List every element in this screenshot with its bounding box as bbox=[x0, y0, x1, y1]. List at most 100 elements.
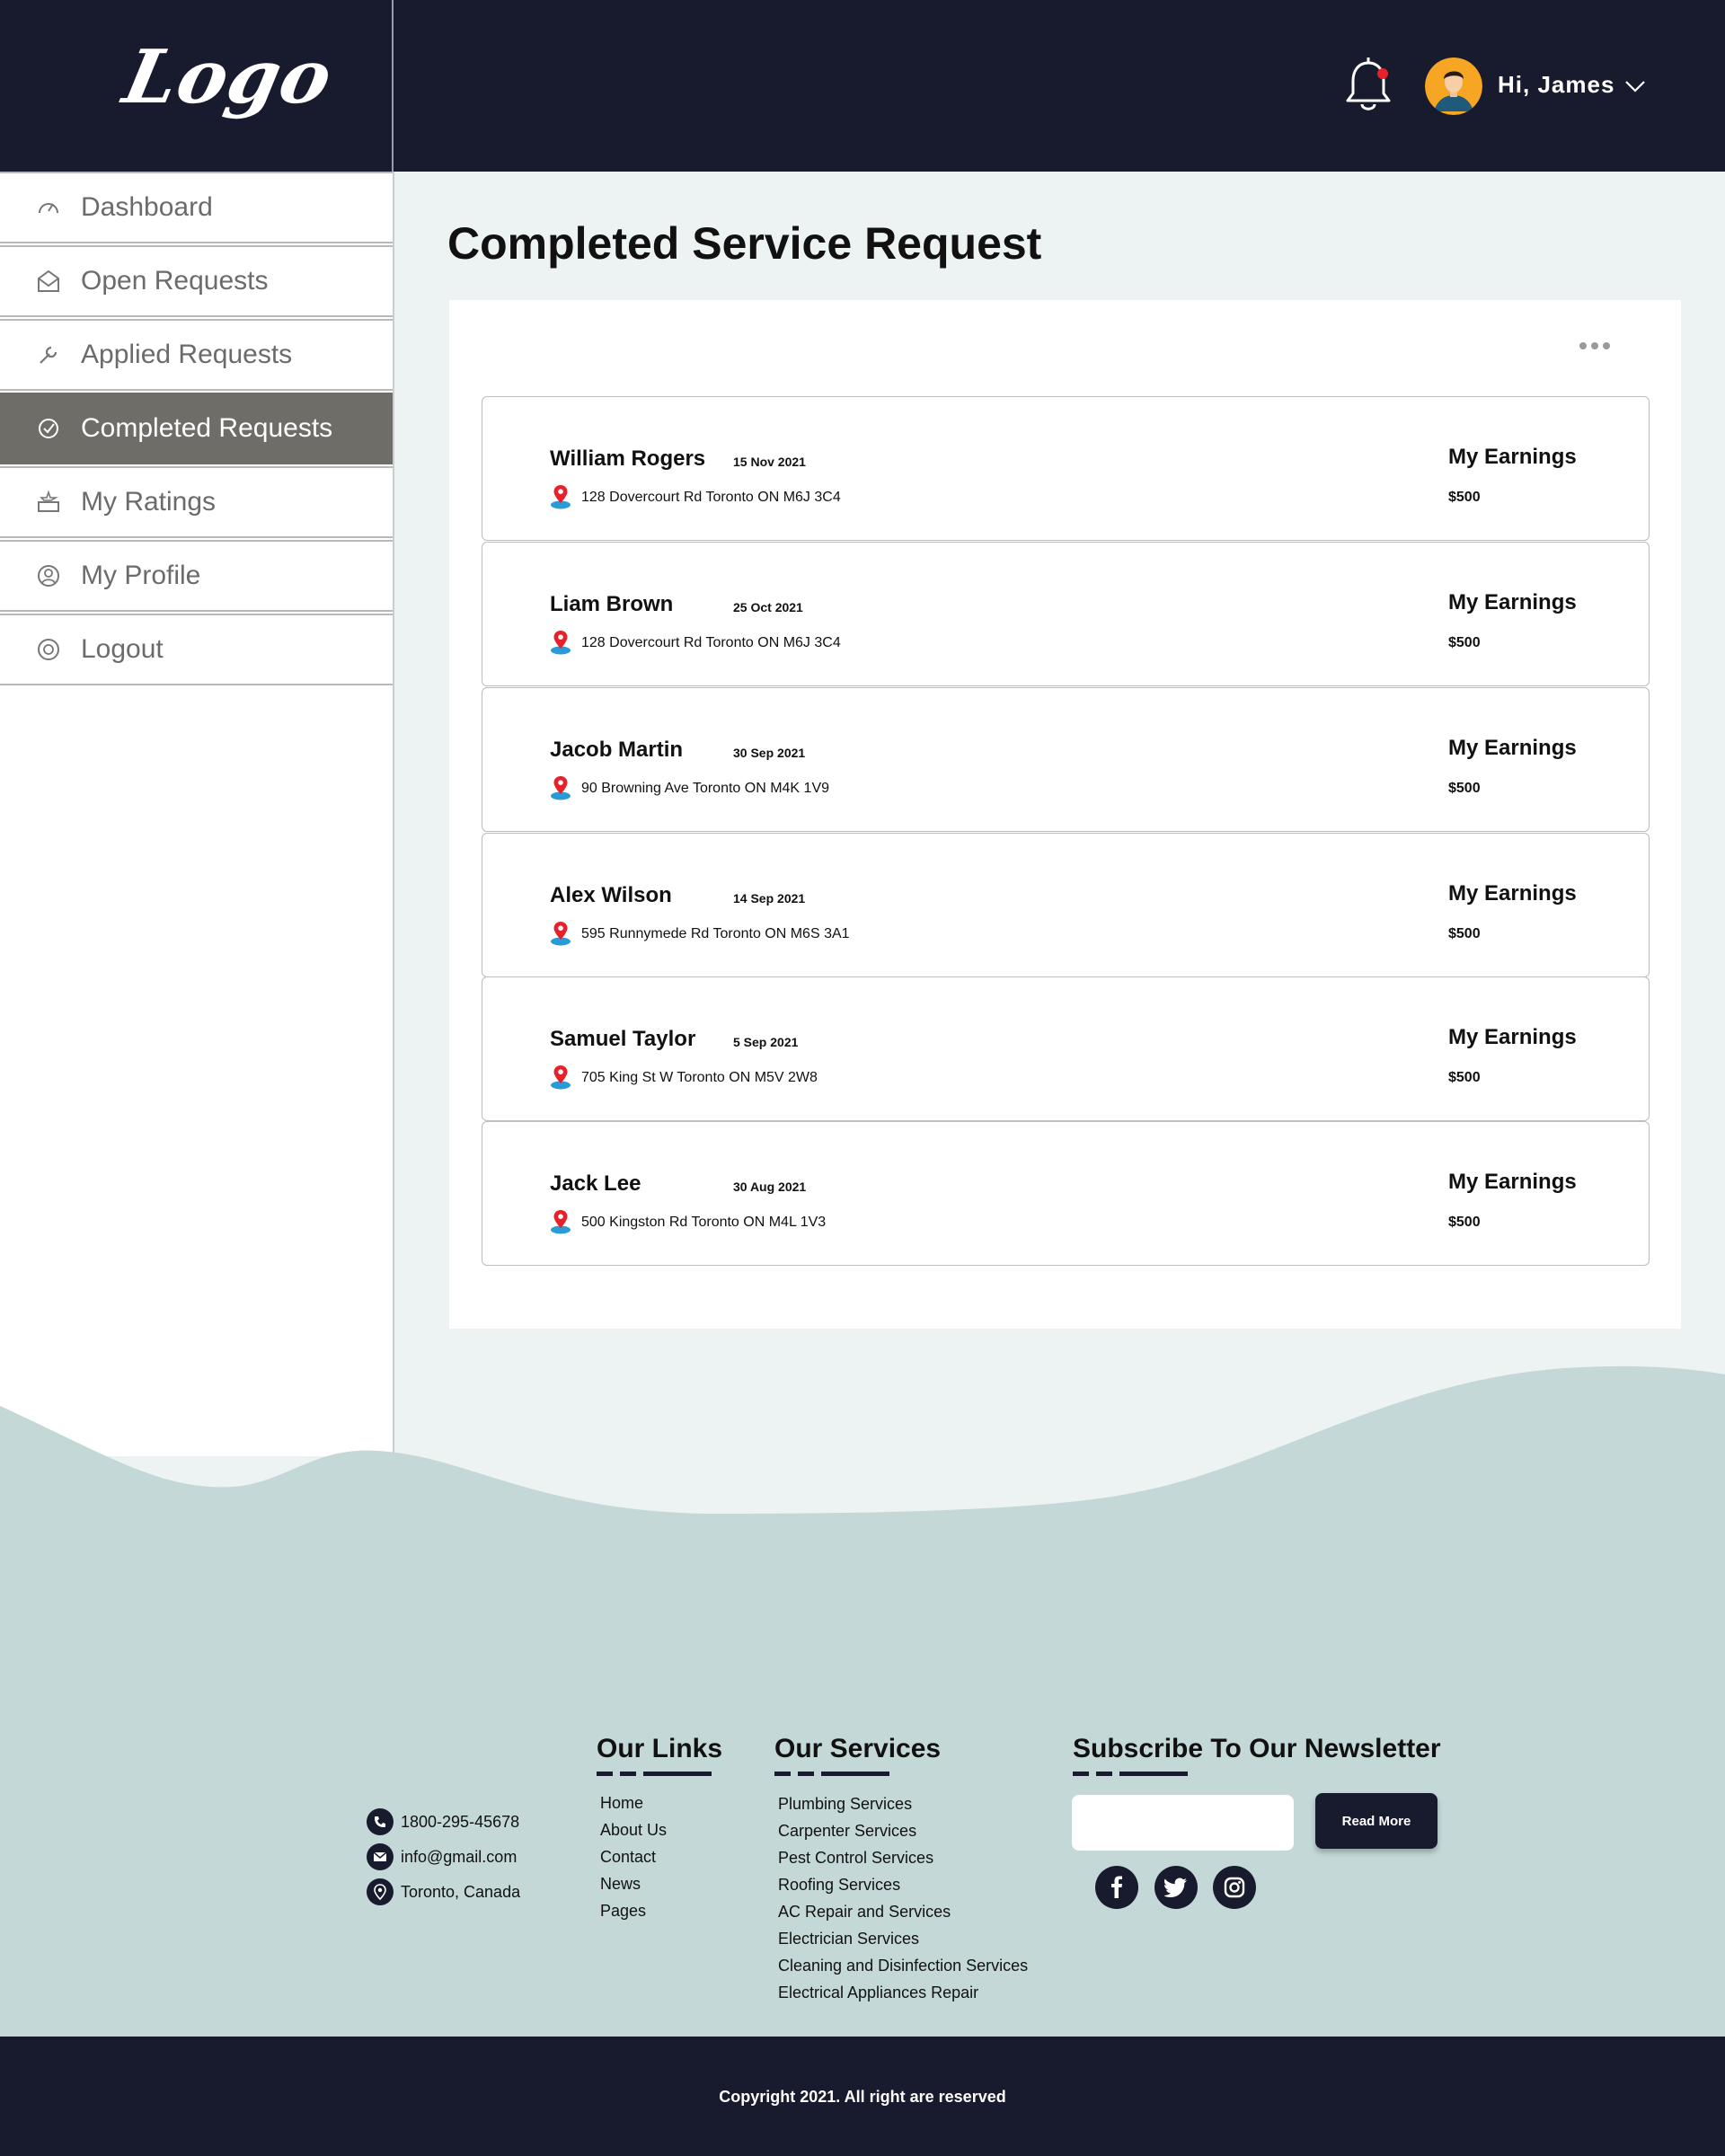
our-services-heading: Our Services bbox=[774, 1734, 941, 1776]
request-card[interactable]: Samuel Taylor 5 Sep 2021 705 King St W Tor… bbox=[482, 976, 1650, 1121]
location-pin-icon bbox=[551, 1210, 571, 1234]
newsletter-email-input[interactable] bbox=[1072, 1795, 1294, 1851]
our-links-list: Home About Us Contact News Pages bbox=[600, 1789, 667, 1924]
footer-link-home[interactable]: Home bbox=[600, 1789, 667, 1816]
sidebar-item-dashboard[interactable]: Dashboard bbox=[0, 172, 393, 243]
sidebar-item-open-requests[interactable]: Open Requests bbox=[0, 245, 393, 317]
read-more-button[interactable]: Read More bbox=[1315, 1793, 1438, 1849]
twitter-icon[interactable] bbox=[1154, 1866, 1198, 1909]
footer-service-item[interactable]: Electrical Appliances Repair bbox=[778, 1979, 1028, 2006]
earnings-amount: $500 bbox=[1448, 926, 1481, 941]
earnings-label: My Earnings bbox=[1448, 1025, 1577, 1049]
footer-service-item[interactable]: Roofing Services bbox=[778, 1871, 1028, 1898]
our-links-heading: Our Links bbox=[597, 1734, 723, 1776]
sidebar-item-label: My Profile bbox=[81, 561, 201, 590]
earnings-amount: $500 bbox=[1448, 490, 1481, 505]
customer-name: Jack Lee bbox=[550, 1171, 641, 1196]
instagram-icon[interactable] bbox=[1213, 1866, 1256, 1909]
service-address: 90 Browning Ave Toronto ON M4K 1V9 bbox=[581, 781, 830, 796]
request-date: 30 Aug 2021 bbox=[733, 1180, 807, 1194]
user-avatar[interactable] bbox=[1425, 57, 1482, 115]
email-address: info@gmail.com bbox=[401, 1847, 518, 1866]
footer-service-item[interactable]: Pest Control Services bbox=[778, 1844, 1028, 1871]
footer-link-about-us[interactable]: About Us bbox=[600, 1816, 667, 1843]
contact-location: Toronto, Canada bbox=[367, 1878, 520, 1905]
footer-link-contact[interactable]: Contact bbox=[600, 1843, 667, 1870]
request-card[interactable]: William Rogers 15 Nov 2021 128 Dovercourt … bbox=[482, 396, 1650, 541]
earnings-amount: $500 bbox=[1448, 635, 1481, 650]
sidebar-item-my-profile[interactable]: My Profile bbox=[0, 540, 393, 612]
sidebar-item-my-ratings[interactable]: My Ratings bbox=[0, 466, 393, 538]
customer-name: Liam Brown bbox=[550, 592, 674, 616]
notification-bell-icon[interactable] bbox=[1342, 56, 1394, 117]
copyright-text: Copyright 2021. All right are reserved bbox=[719, 2088, 1006, 2106]
earnings-label: My Earnings bbox=[1448, 590, 1577, 614]
location-pin-icon bbox=[551, 922, 571, 946]
ratings-icon bbox=[36, 490, 61, 515]
footer-link-news[interactable]: News bbox=[600, 1870, 667, 1897]
service-address: 500 Kingston Rd Toronto ON M4L 1V3 bbox=[581, 1215, 827, 1230]
heading-underline bbox=[774, 1772, 889, 1776]
customer-name: Alex Wilson bbox=[550, 883, 672, 907]
service-address: 128 Dovercourt Rd Toronto ON M6J 3C4 bbox=[581, 490, 841, 505]
request-card[interactable]: Alex Wilson 14 Sep 2021 595 Runnymede Rd T… bbox=[482, 833, 1650, 977]
heading-underline bbox=[597, 1772, 712, 1776]
our-links-heading-text: Our Links bbox=[597, 1734, 723, 1763]
mail-icon bbox=[367, 1843, 394, 1870]
location-pin-icon bbox=[551, 1065, 571, 1090]
earnings-label: My Earnings bbox=[1448, 881, 1577, 906]
sidebar: Dashboard Open Requests Applied Requests… bbox=[0, 172, 394, 1456]
contact-phone[interactable]: 1800-295-45678 bbox=[367, 1808, 519, 1835]
request-card[interactable]: Liam Brown 25 Oct 2021 128 Dovercourt Rd T… bbox=[482, 542, 1650, 686]
footer-link-pages[interactable]: Pages bbox=[600, 1897, 667, 1924]
request-card[interactable]: Jack Lee 30 Aug 2021 500 Kingston Rd Toron… bbox=[482, 1121, 1650, 1266]
earnings-label: My Earnings bbox=[1448, 445, 1577, 469]
request-date: 25 Oct 2021 bbox=[733, 600, 803, 614]
footer-service-item[interactable]: Cleaning and Disinfection Services bbox=[778, 1952, 1028, 1979]
location-text: Toronto, Canada bbox=[401, 1882, 521, 1901]
sidebar-item-label: My Ratings bbox=[81, 487, 217, 517]
service-address: 705 King St W Toronto ON M5V 2W8 bbox=[581, 1070, 818, 1085]
sidebar-item-applied-requests[interactable]: Applied Requests bbox=[0, 319, 393, 391]
location-icon bbox=[367, 1878, 394, 1905]
request-date: 15 Nov 2021 bbox=[733, 455, 806, 469]
footer-service-item[interactable]: Carpenter Services bbox=[778, 1817, 1028, 1844]
profile-icon bbox=[36, 563, 61, 588]
speedometer-icon bbox=[36, 195, 61, 220]
logo-area: Logo bbox=[0, 0, 394, 172]
logout-icon bbox=[36, 637, 61, 662]
customer-name: Samuel Taylor bbox=[550, 1027, 696, 1051]
sidebar-item-label: Applied Requests bbox=[81, 340, 293, 369]
newsletter-heading: Subscribe To Our Newsletter bbox=[1073, 1734, 1441, 1776]
request-date: 14 Sep 2021 bbox=[733, 891, 806, 906]
customer-name: Jacob Martin bbox=[550, 738, 684, 762]
earnings-label: My Earnings bbox=[1448, 1170, 1577, 1194]
sidebar-item-label: Open Requests bbox=[81, 266, 269, 296]
sidebar-item-label: Logout bbox=[81, 634, 164, 664]
check-circle-icon bbox=[36, 416, 61, 441]
chevron-down-icon[interactable] bbox=[1624, 79, 1646, 93]
contact-email[interactable]: info@gmail.com bbox=[367, 1843, 517, 1870]
phone-number: 1800-295-45678 bbox=[401, 1812, 520, 1831]
user-greeting[interactable]: Hi, James bbox=[1498, 71, 1614, 99]
sidebar-item-completed-requests[interactable]: Completed Requests bbox=[0, 393, 393, 464]
request-card[interactable]: Jacob Martin 30 Sep 2021 90 Browning Ave T… bbox=[482, 687, 1650, 832]
phone-icon bbox=[367, 1808, 394, 1835]
footer-service-item[interactable]: AC Repair and Services bbox=[778, 1898, 1028, 1925]
footer-service-item[interactable]: Plumbing Services bbox=[778, 1790, 1028, 1817]
sidebar-item-label: Dashboard bbox=[81, 192, 213, 222]
footer-service-item[interactable]: Electrician Services bbox=[778, 1925, 1028, 1952]
sidebar-item-label: Completed Requests bbox=[81, 413, 333, 443]
earnings-amount: $500 bbox=[1448, 1070, 1481, 1085]
logo[interactable]: Logo bbox=[117, 34, 341, 120]
newsletter-heading-text: Subscribe To Our Newsletter bbox=[1073, 1734, 1441, 1763]
more-options-icon[interactable] bbox=[1579, 339, 1612, 353]
facebook-icon[interactable] bbox=[1095, 1866, 1138, 1909]
heading-underline bbox=[1073, 1772, 1188, 1776]
top-navigation-bar: Logo Hi, James bbox=[0, 0, 1725, 172]
location-pin-icon bbox=[551, 631, 571, 655]
request-date: 5 Sep 2021 bbox=[733, 1035, 799, 1049]
customer-name: William Rogers bbox=[550, 446, 706, 471]
open-envelope-icon bbox=[36, 269, 61, 294]
sidebar-item-logout[interactable]: Logout bbox=[0, 614, 393, 685]
